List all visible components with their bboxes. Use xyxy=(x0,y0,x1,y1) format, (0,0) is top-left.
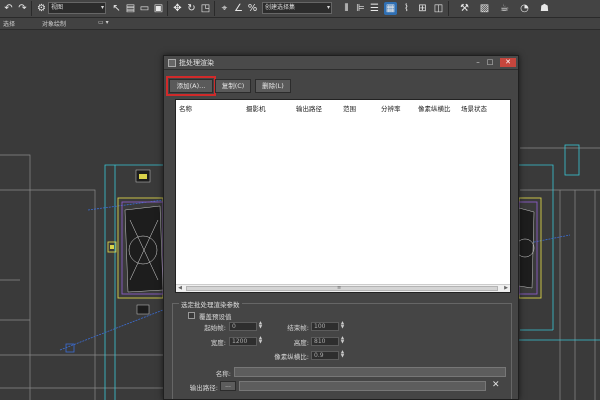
selection-filter-value: 视图 xyxy=(51,4,64,11)
start-frame-label: 起始帧: xyxy=(204,324,226,332)
material-editor-icon[interactable]: ◫ xyxy=(432,2,445,15)
main-toolbar: ↶ ↷ ⚙ 视图 ▾ ↖ ▤ ▭ ▣ ✥ ↻ ◳ ⌖ ∠ % 创建选择集 ▾ ⫴… xyxy=(0,0,600,18)
align-icon[interactable]: ⊫ xyxy=(354,2,367,15)
selection-filter-dropdown[interactable]: 视图 ▾ xyxy=(48,2,106,14)
render-frame-icon[interactable]: ▨ xyxy=(478,2,491,15)
output-path-label: 输出路径: xyxy=(189,384,218,392)
dialog-title: 批处理渲染 xyxy=(179,59,214,67)
schematic-icon[interactable]: ⊞ xyxy=(416,2,429,15)
start-frame-field[interactable]: 0 xyxy=(229,322,257,331)
clear-output-path-icon[interactable]: ✕ xyxy=(492,380,500,390)
override-preset-checkbox[interactable] xyxy=(188,312,195,319)
horizontal-scrollbar[interactable]: ◀ ≡ ▶ xyxy=(176,284,510,292)
pixel-aspect-label: 像素纵横比: xyxy=(274,353,309,361)
chevron-down-icon: ▾ xyxy=(326,4,330,11)
render-setup-icon[interactable]: ⚒ xyxy=(458,2,471,15)
parameters-group-label: 选定批处理渲染参数 xyxy=(179,299,242,309)
scroll-right-icon[interactable]: ▶ xyxy=(502,285,510,292)
pixel-aspect-field[interactable]: 0.9 xyxy=(311,351,339,360)
browse-button[interactable]: ... xyxy=(220,381,236,391)
end-frame-spinner-icon[interactable]: ▲ ▼ xyxy=(340,321,345,331)
move-icon[interactable]: ✥ xyxy=(171,2,184,15)
column-header-resolution[interactable]: 分辨率 xyxy=(381,103,401,113)
named-selection-set-dropdown[interactable]: 创建选择集 ▾ xyxy=(262,2,332,14)
output-path-field[interactable] xyxy=(239,381,486,391)
copy-button[interactable]: 复制(C) xyxy=(215,79,251,93)
height-field[interactable]: 810 xyxy=(311,337,339,346)
width-field[interactable]: 1200 xyxy=(229,337,257,346)
chevron-down-icon: ▾ xyxy=(100,4,104,11)
pixel-aspect-spinner-icon[interactable]: ▲ ▼ xyxy=(340,350,345,360)
height-spinner-icon[interactable]: ▲ ▼ xyxy=(340,336,345,346)
active-shade-icon[interactable]: ◔ xyxy=(518,2,531,15)
rect-select-icon[interactable]: ▭ xyxy=(138,2,151,15)
ribbon-tab-selection[interactable]: 选择 xyxy=(3,19,15,28)
snap-icon[interactable]: ⌖ xyxy=(218,2,231,15)
scale-icon[interactable]: ◳ xyxy=(199,2,212,15)
graphite-icon[interactable]: ▦ xyxy=(384,2,397,15)
batch-render-list[interactable]: 名称 摄影机 输出路径 范围 分辨率 像素纵横比 场景状态 ◀ ≡ ▶ xyxy=(175,99,511,293)
layer-icon[interactable]: ☰ xyxy=(368,2,381,15)
app-icon xyxy=(168,59,176,67)
batch-render-dialog: 批处理渲染 – □ ✕ 添加(A)... 复制(C) 删除(L) 名称 摄影机 … xyxy=(163,55,519,400)
column-header-output-path[interactable]: 输出路径 xyxy=(296,103,322,113)
named-selection-set-value: 创建选择集 xyxy=(265,4,296,11)
ribbon-row: 选择 对象绘制 ▭ ▾ xyxy=(0,18,600,30)
end-frame-field[interactable]: 100 xyxy=(311,322,339,331)
start-frame-spinner-icon[interactable]: ▲ ▼ xyxy=(258,321,263,331)
scroll-thumb[interactable]: ≡ xyxy=(186,285,498,291)
delete-button[interactable]: 删除(L) xyxy=(255,79,291,93)
redo-icon[interactable]: ↷ xyxy=(16,2,29,15)
scroll-left-icon[interactable]: ◀ xyxy=(176,285,184,292)
rotate-icon[interactable]: ↻ xyxy=(185,2,198,15)
width-spinner-icon[interactable]: ▲ ▼ xyxy=(258,336,263,346)
add-button[interactable]: 添加(A)... xyxy=(166,76,216,96)
angle-snap-icon[interactable]: ∠ xyxy=(232,2,245,15)
mirror-icon[interactable]: ⫴ xyxy=(340,2,353,15)
maximize-icon[interactable]: □ xyxy=(485,58,495,67)
ribbon-toggle-icon[interactable]: ▭ ▾ xyxy=(98,19,109,26)
close-icon[interactable]: ✕ xyxy=(500,58,516,67)
render-production-icon[interactable]: ☗ xyxy=(538,2,551,15)
render-icon[interactable]: ☕ xyxy=(498,2,511,15)
height-label: 高度: xyxy=(293,339,309,347)
curve-editor-icon[interactable]: ⌇ xyxy=(400,2,413,15)
column-header-camera[interactable]: 摄影机 xyxy=(246,103,266,113)
select-filter-icon[interactable]: ⚙ xyxy=(35,2,48,15)
column-header-scene-state[interactable]: 场景状态 xyxy=(461,103,487,113)
width-label: 宽度: xyxy=(210,339,226,347)
column-header-name[interactable]: 名称 xyxy=(179,103,192,113)
grip-icon: ≡ xyxy=(337,285,342,291)
end-frame-label: 结束帧: xyxy=(287,324,309,332)
name-field[interactable] xyxy=(234,367,506,377)
ribbon-tab-object-paint[interactable]: 对象绘制 xyxy=(42,19,66,28)
minimize-icon[interactable]: – xyxy=(473,58,483,67)
window-crossing-icon[interactable]: ▣ xyxy=(152,2,165,15)
override-preset-label: 覆盖预设值 xyxy=(199,313,232,321)
dialog-titlebar[interactable]: 批处理渲染 – □ ✕ xyxy=(164,56,518,70)
select-by-name-icon[interactable]: ▤ xyxy=(124,2,137,15)
column-header-range[interactable]: 范围 xyxy=(343,103,356,113)
column-header-pixel-aspect[interactable]: 像素纵横比 xyxy=(418,103,451,113)
name-label: 名称: xyxy=(215,370,231,378)
percent-snap-icon[interactable]: % xyxy=(246,2,259,15)
undo-icon[interactable]: ↶ xyxy=(2,2,15,15)
select-object-icon[interactable]: ↖ xyxy=(110,2,123,15)
